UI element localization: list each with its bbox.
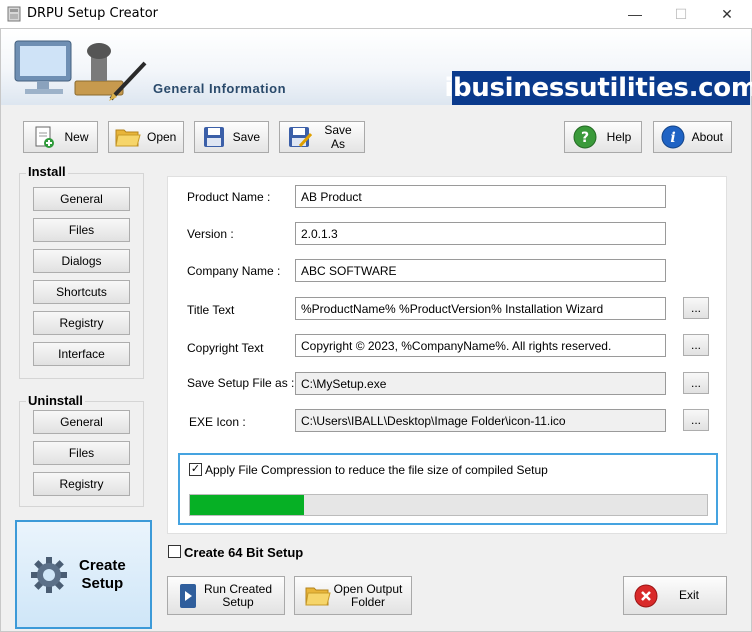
exe-icon-label: EXE Icon : bbox=[189, 415, 246, 429]
open-button[interactable]: Open bbox=[108, 121, 184, 153]
help-question-icon: ? bbox=[571, 124, 599, 150]
exit-label: Exit bbox=[678, 588, 699, 602]
open-output-folder-label: Open Output Folder bbox=[331, 581, 411, 609]
new-button[interactable]: New bbox=[23, 121, 98, 153]
folder-icon bbox=[305, 587, 331, 605]
compression-label: Apply File Compression to reduce the fil… bbox=[205, 463, 548, 477]
exe-icon-browse-button[interactable]: ... bbox=[683, 409, 709, 431]
product-name-label: Product Name : bbox=[187, 190, 271, 204]
run-setup-icon bbox=[180, 583, 196, 608]
brand-banner: ibusinessutilities.com bbox=[444, 71, 752, 105]
run-created-line1: Run Created bbox=[203, 581, 273, 596]
install-registry-button[interactable]: Registry bbox=[33, 311, 130, 335]
title-bar: DRPU Setup Creator — ☐ ✕ bbox=[0, 0, 752, 28]
install-files-button[interactable]: Files bbox=[33, 218, 130, 242]
uninstall-general-label: General bbox=[60, 415, 103, 429]
install-shortcuts-label: Shortcuts bbox=[56, 285, 107, 299]
computer-stamp-logo-icon bbox=[14, 40, 147, 101]
save-setup-as-label: Save Setup File as : bbox=[187, 376, 295, 390]
uninstall-registry-label: Registry bbox=[59, 477, 104, 491]
maximize-icon: ☐ bbox=[674, 5, 688, 22]
install-interface-label: Interface bbox=[58, 347, 105, 361]
company-name-label: Company Name : bbox=[187, 264, 281, 278]
install-registry-label: Registry bbox=[59, 316, 104, 330]
minimize-button[interactable]: — bbox=[612, 0, 658, 28]
floppy-save-icon bbox=[201, 124, 227, 150]
run-created-setup-button[interactable]: Run Created Setup bbox=[167, 576, 285, 615]
create-setup-button[interactable]: Create Setup bbox=[15, 520, 152, 629]
create-setup-label: Create Setup bbox=[79, 557, 126, 593]
svg-text:?: ? bbox=[581, 130, 589, 146]
company-name-field[interactable]: ABC SOFTWARE bbox=[295, 259, 666, 282]
minimize-icon: — bbox=[628, 6, 642, 22]
save-setup-as-browse-button[interactable]: ... bbox=[683, 372, 709, 394]
copyright-text-field[interactable]: Copyright © 2023, %CompanyName%. All rig… bbox=[295, 334, 666, 357]
save-button[interactable]: Save bbox=[194, 121, 269, 153]
save-setup-as-field[interactable]: C:\MySetup.exe bbox=[295, 372, 666, 395]
exe-icon-field[interactable]: C:\Users\IBALL\Desktop\Image Folder\icon… bbox=[295, 409, 666, 432]
header-banner: General Information ibusinessutilities.c… bbox=[1, 29, 752, 105]
compression-group: ✓ Apply File Compression to reduce the f… bbox=[178, 453, 718, 525]
create-setup-line1: Create bbox=[79, 556, 126, 574]
about-button[interactable]: i About bbox=[653, 121, 732, 153]
install-shortcuts-button[interactable]: Shortcuts bbox=[33, 280, 130, 304]
uninstall-general-button[interactable]: General bbox=[33, 410, 130, 434]
save-as-icon bbox=[286, 124, 314, 150]
install-dialogs-button[interactable]: Dialogs bbox=[33, 249, 130, 273]
save-as-label: Save As bbox=[324, 123, 352, 151]
exit-x-icon bbox=[634, 584, 658, 607]
run-created-line2: Setup bbox=[222, 594, 254, 609]
copyright-text-label: Copyright Text bbox=[187, 341, 264, 355]
open-output-line2: Folder bbox=[350, 594, 385, 609]
close-icon: ✕ bbox=[721, 5, 733, 22]
install-dialogs-label: Dialogs bbox=[61, 254, 102, 268]
help-label: Help bbox=[606, 130, 632, 144]
help-button[interactable]: ? Help bbox=[564, 121, 642, 153]
uninstall-registry-button[interactable]: Registry bbox=[33, 472, 130, 496]
open-output-line1: Open Output bbox=[333, 581, 403, 596]
title-text-browse-button[interactable]: ... bbox=[683, 297, 709, 319]
compression-progress-bar bbox=[189, 494, 708, 516]
version-field[interactable]: 2.0.1.3 bbox=[295, 222, 666, 245]
info-icon: i bbox=[660, 124, 686, 150]
folder-open-icon bbox=[115, 124, 141, 150]
create-setup-line2: Setup bbox=[81, 574, 124, 592]
close-button[interactable]: ✕ bbox=[704, 0, 750, 28]
install-general-button[interactable]: General bbox=[33, 187, 130, 211]
save-label: Save bbox=[232, 130, 260, 144]
new-label: New bbox=[64, 130, 89, 144]
new-document-icon bbox=[30, 124, 58, 150]
checkmark-icon: ✓ bbox=[190, 463, 201, 475]
install-interface-button[interactable]: Interface bbox=[33, 342, 130, 366]
title-text-field[interactable]: %ProductName% %ProductVersion% Installat… bbox=[295, 297, 666, 320]
exit-button[interactable]: Exit bbox=[623, 576, 727, 615]
uninstall-files-label: Files bbox=[68, 446, 95, 460]
open-label: Open bbox=[147, 130, 177, 144]
version-label: Version : bbox=[187, 227, 234, 241]
main-window: General Information ibusinessutilities.c… bbox=[0, 28, 752, 632]
product-name-field[interactable]: AB Product bbox=[295, 185, 666, 208]
create-64bit-checkbox[interactable] bbox=[168, 545, 181, 558]
open-output-folder-button[interactable]: Open Output Folder bbox=[294, 576, 412, 615]
maximize-button[interactable]: ☐ bbox=[658, 0, 704, 28]
run-created-setup-label: Run Created Setup bbox=[198, 581, 284, 609]
uninstall-group-title: Uninstall bbox=[26, 393, 85, 408]
install-group-title: Install bbox=[26, 164, 68, 179]
app-icon bbox=[7, 6, 21, 22]
install-general-label: General bbox=[60, 192, 103, 206]
install-files-label: Files bbox=[68, 223, 95, 237]
about-label: About bbox=[691, 130, 723, 144]
compression-checkbox[interactable]: ✓ bbox=[189, 463, 202, 476]
title-text-label: Title Text bbox=[187, 303, 235, 317]
uninstall-files-button[interactable]: Files bbox=[33, 441, 130, 465]
window-title: DRPU Setup Creator bbox=[27, 6, 158, 21]
progress-fill bbox=[190, 495, 304, 515]
save-as-button[interactable]: Save As bbox=[279, 121, 365, 153]
section-title: General Information bbox=[153, 81, 287, 96]
svg-text:i: i bbox=[670, 130, 675, 146]
create-64bit-label: Create 64 Bit Setup bbox=[184, 545, 304, 560]
copyright-text-browse-button[interactable]: ... bbox=[683, 334, 709, 356]
gear-icon bbox=[31, 556, 67, 593]
